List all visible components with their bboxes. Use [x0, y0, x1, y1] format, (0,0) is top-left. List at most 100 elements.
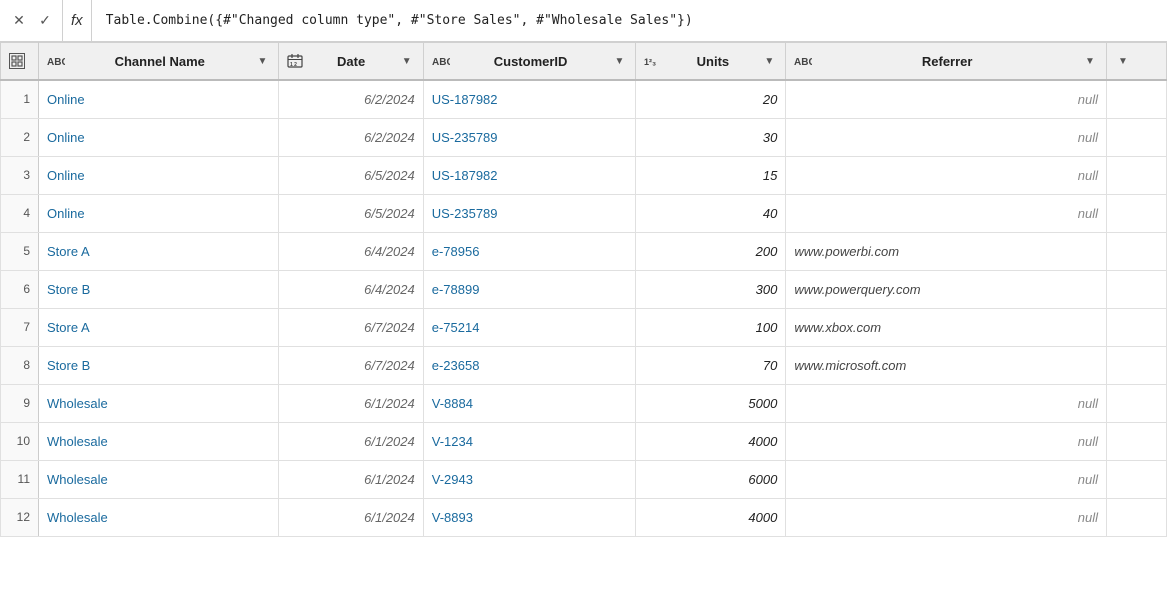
table-row: 9Wholesale6/1/2024V-88845000null: [1, 384, 1167, 422]
row-number-cell: 7: [1, 308, 39, 346]
col-header-customerid[interactable]: ABC CustomerID ▼: [423, 43, 636, 81]
channel-cell: Store B: [39, 270, 279, 308]
table-body: 1Online6/2/2024US-18798220null2Online6/2…: [1, 80, 1167, 536]
date-cell: 6/4/2024: [279, 270, 423, 308]
channel-cell: Wholesale: [39, 460, 279, 498]
referrer-cell: null: [786, 498, 1107, 536]
extra-cell: [1107, 384, 1167, 422]
formula-bar: ✕ ✓ fx: [0, 0, 1167, 42]
referrer-cell: www.powerbi.com: [786, 232, 1107, 270]
units-cell: 20: [636, 80, 786, 118]
col-dropdown-channel[interactable]: ▼: [254, 53, 270, 69]
referrer-cell: www.powerquery.com: [786, 270, 1107, 308]
customerid-cell: V-1234: [423, 422, 636, 460]
date-cell: 6/7/2024: [279, 308, 423, 346]
extra-cell: [1107, 346, 1167, 384]
table-row: 11Wholesale6/1/2024V-29436000null: [1, 460, 1167, 498]
customerid-cell: US-235789: [423, 194, 636, 232]
table-row: 7Store A6/7/2024e-75214100www.xbox.com: [1, 308, 1167, 346]
referrer-cell: null: [786, 156, 1107, 194]
date-cell: 6/2/2024: [279, 118, 423, 156]
row-number-cell: 1: [1, 80, 39, 118]
col-dropdown-units[interactable]: ▼: [761, 53, 777, 69]
channel-cell: Store A: [39, 232, 279, 270]
col-dropdown-referrer[interactable]: ▼: [1082, 53, 1098, 69]
date-cell: 6/1/2024: [279, 460, 423, 498]
channel-cell: Store A: [39, 308, 279, 346]
row-number-cell: 3: [1, 156, 39, 194]
extra-cell: [1107, 498, 1167, 536]
col-dropdown-extra[interactable]: ▼: [1115, 53, 1131, 69]
units-cell: 70: [636, 346, 786, 384]
customerid-cell: e-75214: [423, 308, 636, 346]
date-cell: 6/5/2024: [279, 156, 423, 194]
col-dropdown-date[interactable]: ▼: [399, 53, 415, 69]
date-cell: 6/1/2024: [279, 422, 423, 460]
col-header-channel-name[interactable]: ABC Channel Name ▼: [39, 43, 279, 81]
row-number-cell: 11: [1, 460, 39, 498]
referrer-cell: null: [786, 384, 1107, 422]
customerid-cell: V-8884: [423, 384, 636, 422]
customerid-cell: US-187982: [423, 80, 636, 118]
units-cell: 100: [636, 308, 786, 346]
row-number-cell: 8: [1, 346, 39, 384]
units-cell: 4000: [636, 498, 786, 536]
referrer-cell: www.xbox.com: [786, 308, 1107, 346]
row-number-cell: 9: [1, 384, 39, 422]
extra-cell: [1107, 194, 1167, 232]
svg-text:1 2: 1 2: [290, 62, 297, 68]
table-row: 6Store B6/4/2024e-78899300www.powerquery…: [1, 270, 1167, 308]
table-row: 12Wholesale6/1/2024V-88934000null: [1, 498, 1167, 536]
date-cell: 6/1/2024: [279, 384, 423, 422]
table-row: 8Store B6/7/2024e-2365870www.microsoft.c…: [1, 346, 1167, 384]
referrer-cell: www.microsoft.com: [786, 346, 1107, 384]
formula-bar-icons: ✕ ✓: [8, 10, 56, 32]
customerid-cell: V-2943: [423, 460, 636, 498]
row-number-header: [1, 43, 39, 81]
channel-cell: Online: [39, 156, 279, 194]
col-header-referrer[interactable]: ABC Referrer ▼: [786, 43, 1107, 81]
extra-cell: [1107, 460, 1167, 498]
row-number-cell: 4: [1, 194, 39, 232]
col-header-date[interactable]: 1 2 Date ▼: [279, 43, 423, 81]
date-cell: 6/5/2024: [279, 194, 423, 232]
col-type-icon-referrer: ABC: [794, 54, 812, 68]
units-cell: 40: [636, 194, 786, 232]
col-label-channel: Channel Name: [69, 54, 250, 69]
date-cell: 6/7/2024: [279, 346, 423, 384]
col-type-icon-date: 1 2: [287, 54, 303, 68]
referrer-cell: null: [786, 80, 1107, 118]
check-icon[interactable]: ✓: [34, 10, 56, 32]
col-header-units[interactable]: 1²₃ Units ▼: [636, 43, 786, 81]
channel-cell: Online: [39, 80, 279, 118]
svg-text:ABC: ABC: [47, 57, 65, 68]
channel-cell: Online: [39, 118, 279, 156]
extra-cell: [1107, 118, 1167, 156]
svg-text:ABC: ABC: [432, 57, 450, 68]
col-label-customerid: CustomerID: [454, 54, 608, 69]
table-row: 4Online6/5/2024US-23578940null: [1, 194, 1167, 232]
date-cell: 6/2/2024: [279, 80, 423, 118]
channel-cell: Wholesale: [39, 422, 279, 460]
col-label-units: Units: [668, 54, 757, 69]
col-header-extra: ▼: [1107, 43, 1167, 81]
col-type-icon-channel: ABC: [47, 54, 65, 68]
svg-text:1²₃: 1²₃: [644, 57, 656, 67]
customerid-cell: e-23658: [423, 346, 636, 384]
close-icon[interactable]: ✕: [8, 10, 30, 32]
units-cell: 15: [636, 156, 786, 194]
formula-input[interactable]: [98, 13, 1159, 28]
channel-cell: Store B: [39, 346, 279, 384]
customerid-cell: V-8893: [423, 498, 636, 536]
table-row: 5Store A6/4/2024e-78956200www.powerbi.co…: [1, 232, 1167, 270]
customerid-cell: US-235789: [423, 118, 636, 156]
table-row: 3Online6/5/2024US-18798215null: [1, 156, 1167, 194]
col-type-icon-customerid: ABC: [432, 54, 450, 68]
col-dropdown-customerid[interactable]: ▼: [611, 53, 627, 69]
extra-cell: [1107, 270, 1167, 308]
extra-cell: [1107, 80, 1167, 118]
referrer-cell: null: [786, 194, 1107, 232]
channel-cell: Wholesale: [39, 498, 279, 536]
row-number-cell: 12: [1, 498, 39, 536]
extra-cell: [1107, 422, 1167, 460]
